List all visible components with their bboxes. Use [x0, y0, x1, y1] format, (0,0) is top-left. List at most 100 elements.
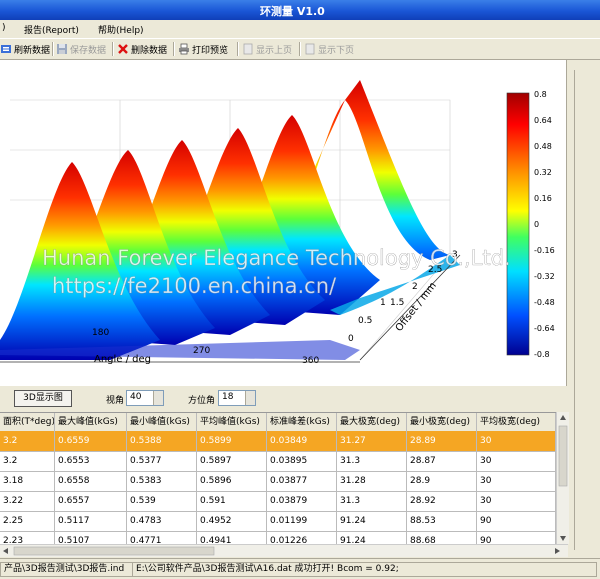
table-row-selected[interactable]: 3.2 0.6559 0.5388 0.5899 0.03849 31.27 2…: [0, 431, 556, 452]
colorbar-tick: 0.8: [534, 90, 547, 99]
status-message: E:\公司软件产品\3D报告测试\A16.dat 成功打开! Bcom = 0.…: [132, 562, 597, 577]
colorbar-tick: -0.16: [534, 246, 555, 255]
table-horizontal-scrollbar[interactable]: [0, 544, 568, 557]
colorbar-tick: -0.64: [534, 324, 555, 333]
table-cell: 90: [477, 511, 556, 531]
table-row[interactable]: 2.23 0.5107 0.4771 0.4941 0.01226 91.24 …: [0, 531, 556, 545]
view-angle-spinner[interactable]: 40: [126, 390, 164, 406]
save-data-button[interactable]: 保存数据: [56, 42, 106, 56]
scroll-thumb[interactable]: [13, 546, 215, 556]
table-cell: 0.6558: [55, 471, 127, 491]
table-cell: 91.24: [337, 531, 407, 545]
table-cell: 88.53: [407, 511, 477, 531]
watermark-company: Hunan Forever Elegance Technology Co.,Lt…: [42, 246, 511, 270]
spinner-arrows-icon[interactable]: [153, 391, 163, 405]
printer-icon: [178, 43, 190, 55]
azimuth-spinner[interactable]: 18: [218, 390, 256, 406]
save-disk-icon: [56, 43, 68, 55]
colorbar-tick: 0.16: [534, 194, 552, 203]
colorbar-tick: 0.32: [534, 168, 552, 177]
offset-tick-0: 0: [348, 334, 354, 344]
table-cell: 0.01199: [267, 511, 337, 531]
plot-3d-area[interactable]: 180 270 360 Angle / deg 0 0.5 1 1.5 2 2.…: [0, 60, 567, 386]
table-cell: 28.92: [407, 491, 477, 511]
print-preview-button[interactable]: 打印预览: [178, 42, 228, 56]
table-row[interactable]: 2.25 0.5117 0.4783 0.4952 0.01199 91.24 …: [0, 511, 556, 532]
table-cell: 31.3: [337, 451, 407, 471]
table-cell: 0.591: [197, 491, 267, 511]
view-angle-value: 40: [130, 392, 142, 402]
table-cell: 0.5383: [127, 471, 197, 491]
column-header[interactable]: 最大极宽(deg): [337, 413, 407, 431]
table-cell: 31.27: [337, 431, 407, 451]
show-next-page-button[interactable]: 显示下页: [304, 42, 354, 56]
table-cell: 0.03849: [267, 431, 337, 451]
table-cell: 0.03877: [267, 471, 337, 491]
toolbar-separator: [237, 42, 239, 56]
table-cell: 0.539: [127, 491, 197, 511]
menu-item-help[interactable]: 帮助(Help): [98, 23, 144, 36]
column-header[interactable]: 最小极宽(deg): [407, 413, 477, 431]
surface-plot-svg: 180 270 360 Angle / deg 0 0.5 1 1.5 2 2.…: [0, 80, 555, 366]
column-header[interactable]: 最小峰值(kGs): [127, 413, 197, 431]
column-header[interactable]: 最大峰值(kGs): [55, 413, 127, 431]
show-prev-page-label: 显示上页: [256, 45, 293, 56]
view-angle-label: 视角: [106, 396, 125, 406]
column-header[interactable]: 标准峰差(kGs): [267, 413, 337, 431]
table-cell: 0.6553: [55, 451, 127, 471]
table-cell: 28.9: [407, 471, 477, 491]
watermark-url: https://fe2100.en.china.cn/: [52, 274, 337, 298]
scroll-up-arrow-icon[interactable]: [560, 415, 566, 420]
table-cell: 3.18: [0, 471, 55, 491]
table-cell: 0.5896: [197, 471, 267, 491]
table-cell: 0.03895: [267, 451, 337, 471]
page-prev-icon: [242, 43, 254, 55]
table-cell: 30: [477, 491, 556, 511]
delete-data-label: 删除数据: [131, 45, 168, 56]
column-header[interactable]: 面积(T*deg): [0, 413, 55, 431]
colorbar-tick: -0.32: [534, 272, 555, 281]
table-row[interactable]: 3.18 0.6558 0.5383 0.5896 0.03877 31.28 …: [0, 471, 556, 492]
scroll-left-arrow-icon[interactable]: [3, 548, 8, 554]
table-vertical-scrollbar[interactable]: [556, 412, 569, 544]
table-cell: 0.5899: [197, 431, 267, 451]
angle-tick-360: 360: [302, 356, 319, 366]
table-row[interactable]: 3.22 0.6557 0.539 0.591 0.03879 31.3 28.…: [0, 491, 556, 512]
spinner-arrows-icon[interactable]: [245, 391, 255, 405]
colorbar: 0.8 0.64 0.48 0.32 0.16 0 -0.16 -0.32 -0…: [506, 90, 555, 359]
table-cell: 0.03879: [267, 491, 337, 511]
view-3d-button[interactable]: 3D显示图: [14, 390, 72, 407]
scroll-thumb[interactable]: [558, 425, 568, 487]
scroll-down-arrow-icon[interactable]: [560, 536, 566, 541]
toolbar-separator: [173, 42, 175, 56]
show-next-page-label: 显示下页: [318, 45, 355, 56]
page-next-icon: [304, 43, 316, 55]
panel-border: [574, 70, 575, 550]
table-cell: 3.2: [0, 431, 55, 451]
table-cell: 31.3: [337, 491, 407, 511]
table-cell: 28.89: [407, 431, 477, 451]
results-table[interactable]: 面积(T*deg) 最大峰值(kGs) 最小峰值(kGs) 平均峰值(kGs) …: [0, 412, 556, 545]
angle-tick-180: 180: [92, 328, 109, 338]
show-prev-page-button[interactable]: 显示上页: [242, 42, 292, 56]
table-cell: 31.28: [337, 471, 407, 491]
menu-item-partial[interactable]: ): [2, 23, 6, 33]
azimuth-value: 18: [222, 392, 234, 402]
toolbar-separator: [112, 42, 114, 56]
scroll-right-arrow-icon[interactable]: [555, 548, 560, 554]
table-cell: 3.22: [0, 491, 55, 511]
refresh-data-button[interactable]: 刷新数据: [0, 42, 50, 56]
delete-data-button[interactable]: 删除数据: [117, 42, 167, 56]
table-cell: 0.6557: [55, 491, 127, 511]
angle-tick-270: 270: [193, 346, 210, 356]
table-cell: 0.4952: [197, 511, 267, 531]
column-header[interactable]: 平均极宽(deg): [477, 413, 556, 431]
table-row[interactable]: 3.2 0.6553 0.5377 0.5897 0.03895 31.3 28…: [0, 451, 556, 472]
menu-item-report[interactable]: 报告(Report): [24, 23, 79, 36]
window-title: 环测量 V1.0: [260, 5, 325, 18]
offset-tick-0.5: 0.5: [358, 316, 372, 326]
table-cell: 91.24: [337, 511, 407, 531]
status-bar: 产品\3D报告测试\3D报告.ind E:\公司软件产品\3D报告测试\A16.…: [0, 558, 600, 579]
offset-tick-1.5: 1.5: [390, 298, 404, 308]
column-header[interactable]: 平均峰值(kGs): [197, 413, 267, 431]
